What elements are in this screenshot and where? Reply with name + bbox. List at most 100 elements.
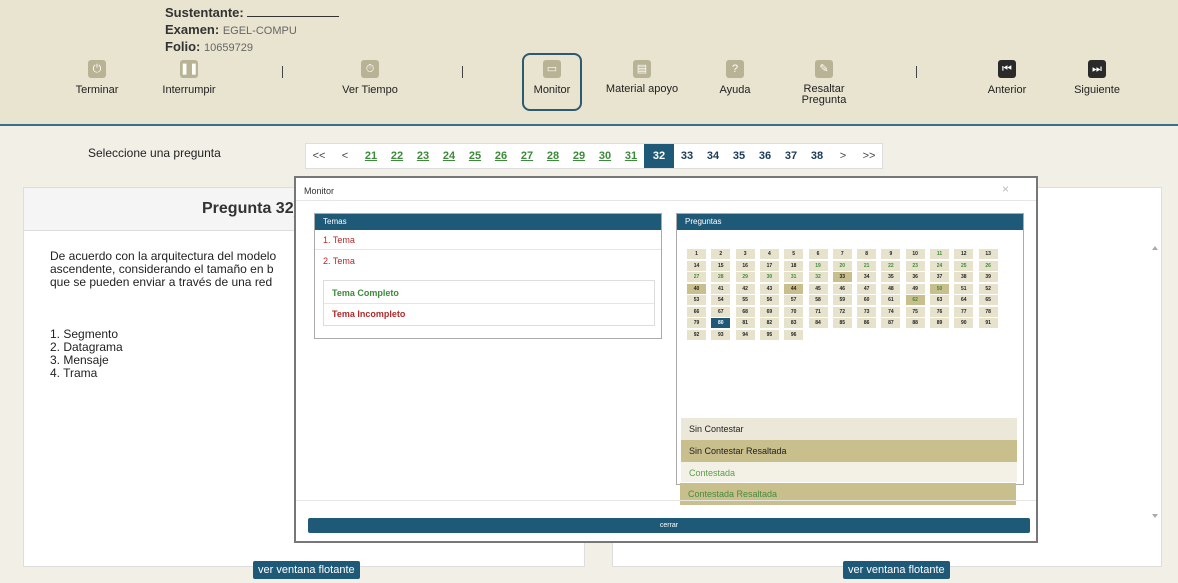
question-grid-cell[interactable]: 51	[954, 283, 974, 294]
question-grid-cell[interactable]: 93	[711, 329, 731, 340]
question-grid-cell[interactable]: 42	[735, 283, 755, 294]
question-grid-cell[interactable]: 9	[881, 249, 901, 259]
question-grid-cell[interactable]: 44	[784, 283, 804, 294]
question-grid-cell[interactable]: 54	[711, 295, 731, 305]
question-grid-cell[interactable]: 6	[808, 249, 828, 259]
question-grid-cell[interactable]: 72	[832, 306, 852, 317]
question-grid-cell[interactable]: 79	[687, 318, 706, 328]
question-grid-cell[interactable]: 76	[930, 306, 949, 317]
question-grid-cell[interactable]: 84	[808, 318, 828, 328]
terminar-button[interactable]: ⏻ Terminar	[52, 60, 142, 96]
question-grid-cell[interactable]: 39	[978, 272, 998, 282]
monitor-button[interactable]: ▭ Monitor	[507, 60, 597, 96]
question-link-answered[interactable]: 25	[462, 144, 488, 168]
question-grid-cell[interactable]: 20	[832, 260, 852, 271]
material-apoyo-button[interactable]: ▤ Material apoyo	[600, 60, 684, 95]
question-grid-cell[interactable]: 49	[905, 283, 925, 294]
question-grid-cell[interactable]: 40	[687, 283, 706, 294]
question-grid-cell[interactable]: 2	[711, 249, 731, 259]
question-grid-cell[interactable]: 59	[832, 295, 852, 305]
question-grid-cell[interactable]: 61	[881, 295, 901, 305]
question-grid-cell[interactable]: 90	[954, 318, 974, 328]
question-grid-cell[interactable]: 12	[954, 249, 974, 259]
question-grid-cell[interactable]: 3	[735, 249, 755, 259]
question-grid-cell[interactable]: 8	[857, 249, 877, 259]
ayuda-button[interactable]: ? Ayuda	[690, 60, 780, 96]
question-link-answered[interactable]: 21	[358, 144, 384, 168]
question-grid-cell[interactable]: 19	[808, 260, 828, 271]
question-grid-cell[interactable]: 92	[687, 329, 706, 340]
question-grid-cell[interactable]: 64	[954, 295, 974, 305]
question-link-answered[interactable]: 30	[592, 144, 618, 168]
question-grid-cell[interactable]: 45	[808, 283, 828, 294]
prev-page-button[interactable]: <	[332, 144, 358, 168]
question-grid-cell[interactable]: 16	[735, 260, 755, 271]
question-grid-cell[interactable]: 73	[857, 306, 877, 317]
question-link-pending[interactable]: 33	[674, 144, 700, 168]
question-grid-cell[interactable]: 46	[832, 283, 852, 294]
question-grid-cell[interactable]: 94	[735, 329, 755, 340]
question-link-current[interactable]: 32	[644, 144, 674, 168]
question-grid-cell[interactable]: 68	[735, 306, 755, 317]
question-grid-cell[interactable]: 56	[759, 295, 779, 305]
question-link-pending[interactable]: 38	[804, 144, 830, 168]
question-grid-cell[interactable]: 26	[978, 260, 998, 271]
question-grid-cell[interactable]: 63	[930, 295, 949, 305]
question-grid-cell[interactable]: 21	[857, 260, 877, 271]
question-link-answered[interactable]: 31	[618, 144, 644, 168]
interrumpir-button[interactable]: ❚❚ Interrumpir	[144, 60, 234, 96]
question-grid-cell[interactable]: 57	[784, 295, 804, 305]
question-grid-cell[interactable]: 7	[832, 249, 852, 259]
question-link-answered[interactable]: 28	[540, 144, 566, 168]
question-grid-cell[interactable]: 15	[711, 260, 731, 271]
question-grid-cell[interactable]: 91	[978, 318, 998, 328]
question-grid-cell[interactable]: 47	[857, 283, 877, 294]
question-grid-cell[interactable]: 14	[687, 260, 706, 271]
question-link-pending[interactable]: 36	[752, 144, 778, 168]
question-link-answered[interactable]: 24	[436, 144, 462, 168]
question-grid-cell[interactable]: 85	[832, 318, 852, 328]
ver-tiempo-button[interactable]: ⏱ Ver Tiempo	[325, 60, 415, 96]
first-page-button[interactable]: <<	[306, 144, 332, 168]
question-grid-cell[interactable]: 65	[978, 295, 998, 305]
question-grid-cell[interactable]: 24	[930, 260, 949, 271]
question-grid-cell[interactable]: 29	[735, 272, 755, 282]
scrollbar[interactable]	[1150, 242, 1160, 522]
question-grid-cell[interactable]: 33	[832, 272, 852, 282]
last-page-button[interactable]: >>	[856, 144, 882, 168]
close-icon[interactable]: ×	[1002, 182, 1009, 196]
question-grid-cell[interactable]: 77	[954, 306, 974, 317]
question-link-pending[interactable]: 35	[726, 144, 752, 168]
question-grid-cell[interactable]: 41	[711, 283, 731, 294]
question-grid-cell[interactable]: 10	[905, 249, 925, 259]
question-grid-cell[interactable]: 17	[759, 260, 779, 271]
question-grid-cell[interactable]: 96	[784, 329, 804, 340]
question-grid-cell[interactable]: 53	[687, 295, 706, 305]
question-grid-cell[interactable]: 75	[905, 306, 925, 317]
question-grid-cell[interactable]: 95	[759, 329, 779, 340]
question-grid-cell[interactable]: 62	[905, 295, 925, 305]
question-grid-cell[interactable]: 88	[905, 318, 925, 328]
question-grid-cell[interactable]: 50	[930, 283, 949, 294]
question-grid-cell[interactable]: 34	[857, 272, 877, 282]
question-grid-cell[interactable]: 80	[711, 318, 731, 328]
question-grid-cell[interactable]: 27	[687, 272, 706, 282]
question-grid-cell[interactable]: 38	[954, 272, 974, 282]
tema-item[interactable]: 1. Tema	[315, 230, 661, 250]
question-grid-cell[interactable]: 22	[881, 260, 901, 271]
question-grid-cell[interactable]: 89	[930, 318, 949, 328]
question-grid-cell[interactable]: 43	[759, 283, 779, 294]
question-grid-cell[interactable]: 58	[808, 295, 828, 305]
question-link-answered[interactable]: 26	[488, 144, 514, 168]
question-link-answered[interactable]: 29	[566, 144, 592, 168]
anterior-button[interactable]: ⏮ Anterior	[962, 60, 1052, 96]
question-grid-cell[interactable]: 11	[930, 249, 949, 259]
question-grid-cell[interactable]: 28	[711, 272, 731, 282]
resaltar-pregunta-button[interactable]: ✎ Resaltar Pregunta	[784, 60, 864, 106]
question-grid-cell[interactable]: 66	[687, 306, 706, 317]
question-link-answered[interactable]: 22	[384, 144, 410, 168]
question-link-answered[interactable]: 27	[514, 144, 540, 168]
question-grid-cell[interactable]: 70	[784, 306, 804, 317]
question-grid-cell[interactable]: 78	[978, 306, 998, 317]
tema-item[interactable]: 2. Tema	[315, 251, 661, 271]
